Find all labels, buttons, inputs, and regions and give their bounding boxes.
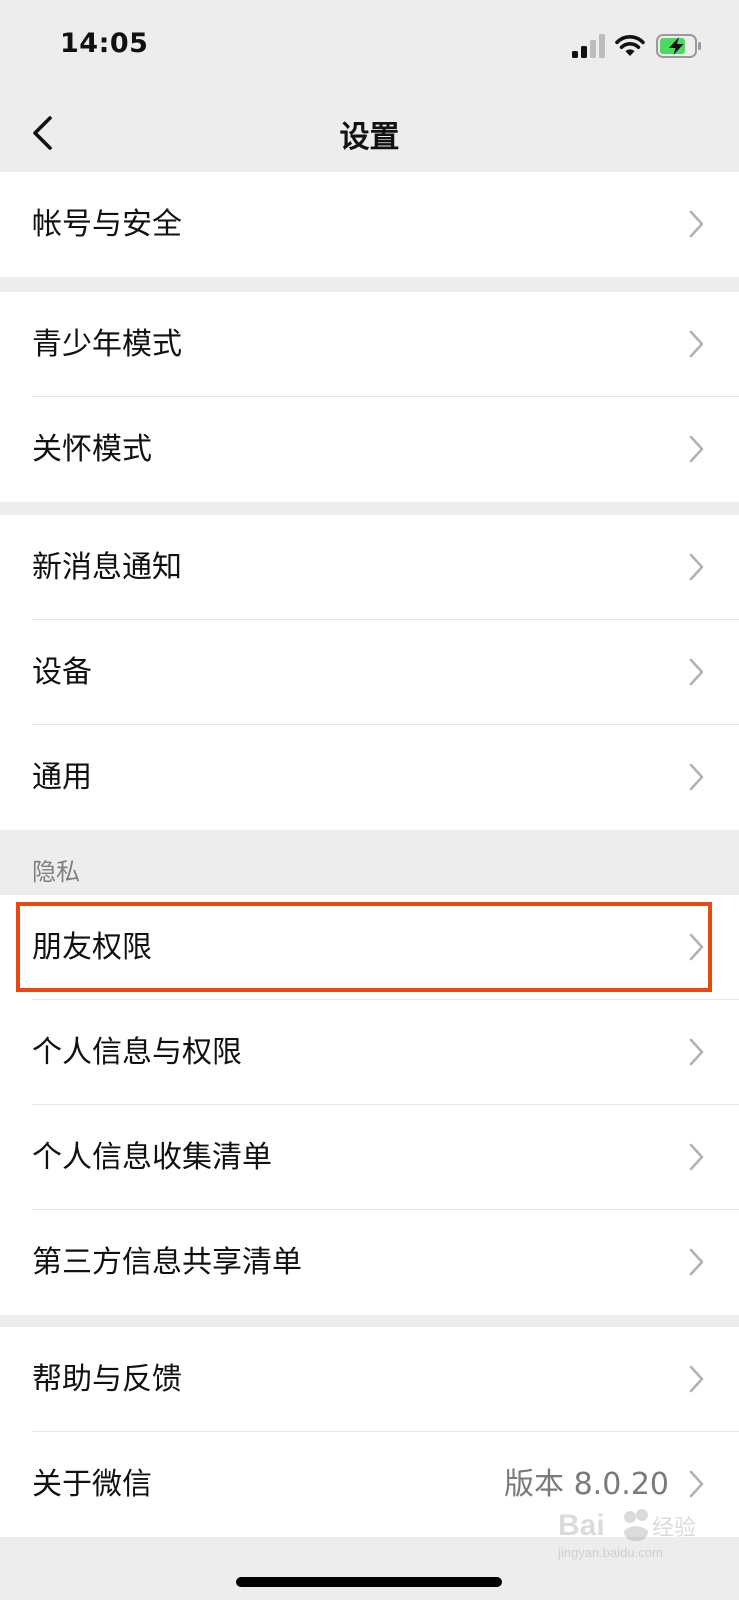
settings-row-personal-info-collection[interactable]: 个人信息收集清单: [0, 1105, 739, 1210]
settings-group-privacy: 朋友权限 个人信息与权限 个人信息收集清单 第三方信息共享清单: [0, 895, 739, 1315]
chevron-right-icon: [689, 1038, 704, 1066]
row-label: 关于微信: [32, 1467, 152, 1502]
chevron-right-icon: [689, 658, 704, 686]
row-label: 第三方信息共享清单: [32, 1245, 302, 1280]
page-title: 设置: [339, 120, 400, 155]
row-label: 新消息通知: [32, 550, 182, 585]
wifi-icon: [615, 35, 645, 56]
row-label: 通用: [32, 760, 92, 795]
navigation-bar: 设置: [0, 92, 739, 175]
settings-row-account-security[interactable]: 帐号与安全: [0, 172, 739, 277]
settings-row-general[interactable]: 通用: [0, 725, 739, 830]
row-label: 青少年模式: [32, 327, 182, 362]
chevron-right-icon: [689, 210, 704, 238]
status-bar: 14:05: [0, 0, 739, 92]
row-label: 帮助与反馈: [32, 1362, 182, 1397]
status-time: 14:05: [60, 28, 149, 59]
chevron-right-icon: [689, 933, 704, 961]
settings-row-third-party-sharing[interactable]: 第三方信息共享清单: [0, 1210, 739, 1315]
row-label: 设备: [32, 655, 92, 690]
settings-row-notifications[interactable]: 新消息通知: [0, 515, 739, 620]
svg-text:经验: 经验: [652, 1516, 696, 1541]
chevron-right-icon: [689, 435, 704, 463]
settings-row-care-mode[interactable]: 关怀模式: [0, 397, 739, 502]
settings-row-help-feedback[interactable]: 帮助与反馈: [0, 1327, 739, 1432]
settings-row-devices[interactable]: 设备: [0, 620, 739, 725]
baidu-jingyan-watermark-icon: Bai 经验 jingyan.baidu.com: [557, 1509, 696, 1560]
settings-group-general: 新消息通知 设备 通用: [0, 515, 739, 830]
settings-group-modes: 青少年模式 关怀模式: [0, 292, 739, 502]
row-label: 朋友权限: [32, 930, 152, 965]
svg-text:Bai: Bai: [558, 1509, 605, 1542]
settings-group-account: 帐号与安全: [0, 172, 739, 277]
home-indicator[interactable]: [236, 1577, 502, 1587]
section-header-privacy: 隐私: [32, 858, 80, 886]
row-label: 个人信息与权限: [32, 1035, 242, 1070]
row-label: 帐号与安全: [32, 207, 182, 242]
row-label: 关怀模式: [32, 432, 152, 467]
chevron-right-icon: [689, 1143, 704, 1171]
chevron-right-icon: [689, 330, 704, 358]
settings-row-personal-info-permissions[interactable]: 个人信息与权限: [0, 1000, 739, 1105]
svg-text:jingyan.baidu.com: jingyan.baidu.com: [557, 1545, 663, 1560]
settings-row-teen-mode[interactable]: 青少年模式: [0, 292, 739, 397]
settings-row-friend-permissions[interactable]: 朋友权限: [0, 895, 739, 1000]
chevron-right-icon: [689, 763, 704, 791]
chevron-right-icon: [689, 1365, 704, 1393]
chevron-right-icon: [689, 1470, 704, 1498]
chevron-right-icon: [689, 553, 704, 581]
chevron-right-icon: [689, 1248, 704, 1276]
cellular-signal-icon: [572, 34, 605, 58]
battery-charging-icon: [656, 34, 701, 58]
row-label: 个人信息收集清单: [32, 1140, 272, 1175]
